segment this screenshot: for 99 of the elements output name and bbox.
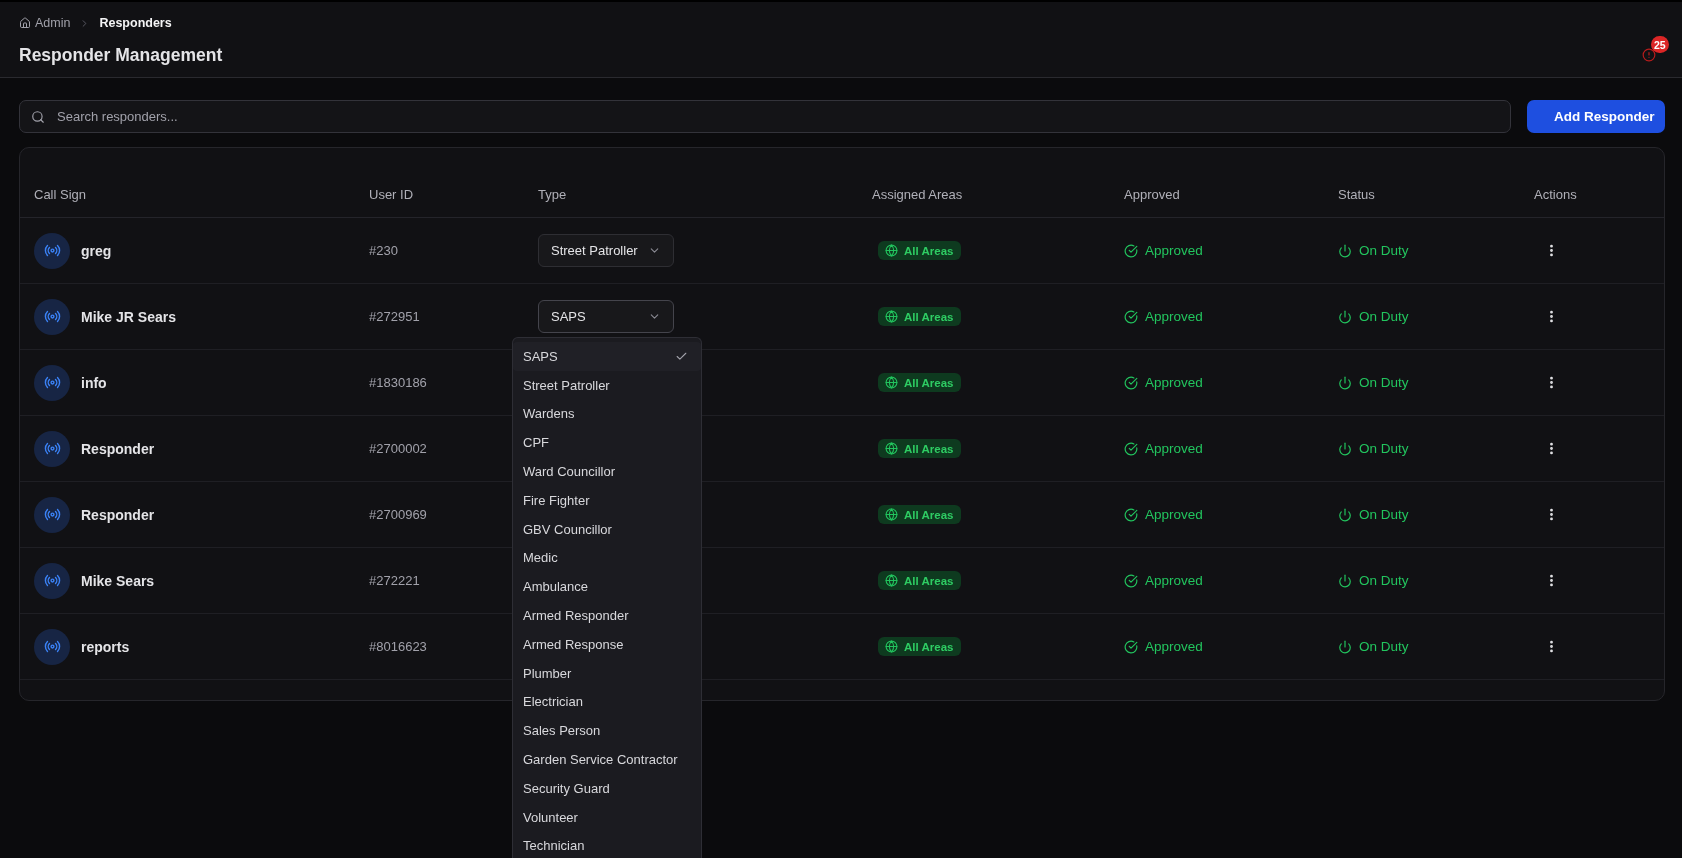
responder-name: info [81, 374, 107, 391]
power-icon [1338, 441, 1352, 456]
search-field[interactable]: Search responders... [19, 100, 1511, 133]
check-circle-icon [1124, 243, 1138, 258]
globe-icon [885, 442, 898, 455]
check-circle-icon [1124, 375, 1138, 390]
responder-name: greg [81, 242, 112, 259]
column-header: Approved [1124, 187, 1180, 202]
add-responder-button[interactable]: Add Responder [1527, 100, 1665, 133]
menu-item[interactable]: CPF [513, 428, 701, 458]
approval-status: Approved [1145, 573, 1203, 588]
user-id: #272221 [369, 573, 420, 588]
breadcrumb-link[interactable]: Admin [35, 16, 71, 30]
broadcast-icon [34, 628, 70, 665]
area-label: All Areas [904, 376, 954, 389]
column-header: User ID [369, 187, 414, 202]
broadcast-icon [34, 562, 70, 599]
area-label: All Areas [904, 640, 954, 653]
column-header: Actions [1534, 187, 1577, 202]
approval-status: Approved [1145, 507, 1203, 522]
menu-item[interactable]: Armed Response [513, 629, 701, 659]
approval-status: Approved [1145, 309, 1203, 324]
menu-item[interactable]: Street Patroller [513, 370, 701, 400]
duty-status: On Duty [1359, 375, 1409, 390]
globe-icon [885, 574, 898, 587]
type-select[interactable]: Street Patroller [538, 234, 674, 267]
broadcast-icon [34, 496, 70, 533]
check-circle-icon [1124, 309, 1138, 324]
duty-status: On Duty [1359, 639, 1409, 654]
power-icon [1338, 507, 1352, 522]
power-icon [1338, 375, 1352, 390]
power-icon [1338, 243, 1352, 258]
notification-count: 25 [1651, 36, 1669, 53]
type-select[interactable]: SAPS [538, 300, 674, 333]
area-label: All Areas [904, 244, 954, 257]
globe-icon [885, 640, 898, 653]
duty-status: On Duty [1359, 243, 1409, 258]
responder-name: Mike JR Sears [81, 308, 176, 325]
user-id: #230 [369, 243, 398, 258]
column-header: Assigned Areas [872, 187, 963, 202]
responder-name: Mike Sears [81, 572, 155, 589]
menu-item[interactable]: Ward Councillor [513, 457, 701, 486]
search-icon [31, 110, 45, 124]
power-icon [1338, 309, 1352, 324]
power-icon [1338, 573, 1352, 588]
responder-name: Responder [81, 440, 155, 457]
globe-icon [885, 310, 898, 323]
menu-item[interactable]: Sales Person [513, 716, 701, 746]
menu-item[interactable]: Plumber [513, 658, 701, 688]
page-title: Responder Management [19, 44, 223, 66]
area-label: All Areas [904, 574, 954, 587]
area-label: All Areas [904, 508, 954, 521]
menu-item[interactable]: Wardens [513, 399, 701, 429]
check-circle-icon [1124, 573, 1138, 588]
duty-status: On Duty [1359, 309, 1409, 324]
approval-status: Approved [1145, 441, 1203, 456]
globe-icon [885, 376, 898, 389]
globe-icon [885, 508, 898, 521]
menu-item[interactable]: Medic [513, 543, 701, 573]
duty-status: On Duty [1359, 507, 1409, 522]
column-header: Call Sign [34, 187, 87, 202]
check-circle-icon [1124, 507, 1138, 522]
area-label: All Areas [904, 310, 954, 323]
menu-item[interactable]: Garden Service Contractor [513, 745, 701, 774]
responder-name: reports [81, 638, 130, 655]
column-header: Status [1338, 187, 1375, 202]
user-id: #2700002 [369, 441, 427, 456]
menu-item[interactable]: Fire Fighter [513, 486, 701, 515]
home-icon[interactable] [19, 17, 31, 29]
approval-status: Approved [1145, 639, 1203, 654]
breadcrumb-current: Responders [99, 16, 172, 30]
globe-icon [885, 244, 898, 257]
responder-name: Responder [81, 506, 155, 523]
menu-item[interactable]: Security Guard [513, 773, 701, 803]
menu-item[interactable]: Electrician [513, 687, 701, 717]
menu-item[interactable]: Volunteer [513, 802, 701, 832]
power-icon [1338, 639, 1352, 654]
approval-status: Approved [1145, 243, 1203, 258]
area-label: All Areas [904, 442, 954, 455]
menu-item[interactable]: Technician [513, 831, 701, 858]
menu-item[interactable]: Ambulance [513, 572, 701, 602]
user-id: #8016623 [369, 639, 427, 654]
menu-item[interactable]: Armed Responder [513, 601, 701, 630]
approval-status: Approved [1145, 375, 1203, 390]
menu-item[interactable]: GBV Councillor [513, 514, 701, 544]
user-id: #2700969 [369, 507, 427, 522]
menu-item[interactable]: SAPS [513, 342, 701, 371]
check-circle-icon [1124, 639, 1138, 654]
broadcast-icon [34, 232, 70, 269]
alert-icon[interactable] [1642, 48, 1656, 62]
column-header: Type [538, 187, 567, 202]
user-id: #272951 [369, 309, 420, 324]
broadcast-icon [34, 298, 70, 335]
user-id: #1830186 [369, 375, 427, 390]
duty-status: On Duty [1359, 573, 1409, 588]
duty-status: On Duty [1359, 441, 1409, 456]
broadcast-icon [34, 430, 70, 467]
check-circle-icon [1124, 441, 1138, 456]
broadcast-icon [34, 364, 70, 401]
